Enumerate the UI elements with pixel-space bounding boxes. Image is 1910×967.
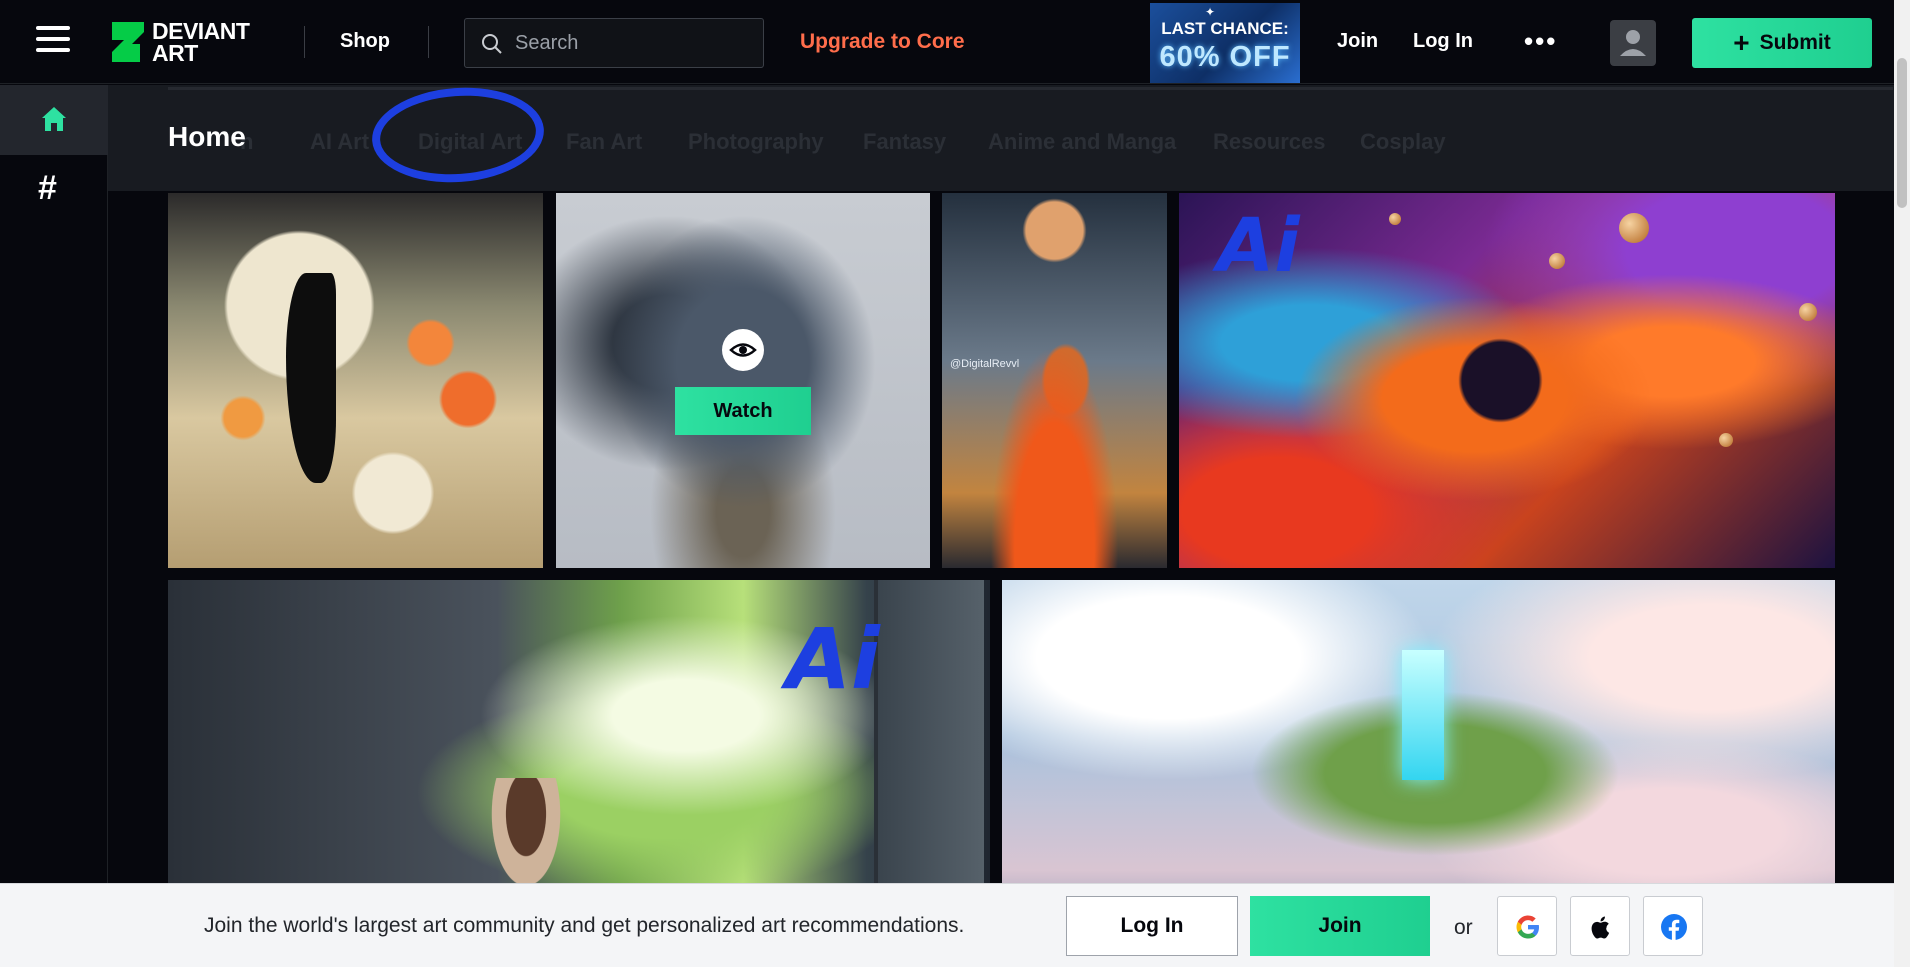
banner-join-button[interactable]: Join [1250, 896, 1430, 956]
sparkle-icon: ✦ [1205, 5, 1216, 19]
artwork-detail [486, 778, 566, 898]
planet-shape [1719, 433, 1733, 447]
top-navigation-bar: DEVIANT ART Shop Upgrade to Core ✦ LAST … [0, 0, 1894, 84]
menu-icon[interactable] [36, 26, 70, 56]
planet-shape [1389, 213, 1401, 225]
logo-text-line2: ART [152, 40, 198, 66]
divider [168, 87, 1893, 90]
page-scrollbar[interactable] [1894, 0, 1910, 967]
submit-label: Submit [1759, 31, 1831, 54]
promo-line2: 60% OFF [1159, 41, 1291, 73]
scrollbar-thumb[interactable] [1897, 58, 1907, 208]
home-icon [42, 107, 66, 131]
artwork-thumbnail[interactable]: @DigitalRevvl [942, 193, 1167, 568]
logo-text: DEVIANT ART [152, 20, 250, 66]
search-input[interactable] [513, 27, 753, 59]
tab-photography[interactable]: Photography [688, 129, 824, 155]
eye-icon [729, 343, 757, 357]
tab-fantasy[interactable]: Fantasy [863, 129, 946, 155]
planet-shape [1549, 253, 1565, 269]
apple-signin-button[interactable] [1570, 896, 1630, 956]
deviantart-logo[interactable]: DEVIANT ART [110, 20, 270, 66]
tab-cosplay[interactable]: Cosplay [1360, 129, 1446, 155]
or-label: or [1454, 916, 1473, 939]
ai-annotation: Ai [1217, 203, 1300, 289]
upgrade-to-core-link[interactable]: Upgrade to Core [800, 30, 965, 54]
tab-resources[interactable]: Resources [1213, 129, 1326, 155]
more-options-icon[interactable]: ••• [1524, 26, 1557, 57]
plus-icon: + [1733, 27, 1750, 58]
artwork-thumbnail[interactable] [168, 193, 543, 568]
search-box[interactable] [464, 18, 764, 68]
deviantart-logo-icon [112, 22, 144, 62]
ai-annotation: Ai [786, 610, 880, 708]
tab-ai-art[interactable]: AI Art [310, 129, 369, 155]
promo-line1: LAST CHANCE: [1161, 19, 1289, 38]
divider [304, 26, 305, 58]
hashtag-icon: # [38, 169, 57, 207]
signup-banner: Join the world's largest art community a… [0, 883, 1894, 967]
category-bar: n Home AI Art Digital Art Fan Art Photog… [108, 85, 1894, 191]
tab-digital-art[interactable]: Digital Art [418, 129, 522, 155]
user-icon [1620, 30, 1646, 56]
artist-watermark: @DigitalRevvl [950, 358, 1020, 370]
google-signin-button[interactable] [1497, 896, 1557, 956]
artwork-detail [286, 273, 336, 483]
planet-shape [1799, 303, 1817, 321]
artwork-thumbnail[interactable]: Ai [1179, 193, 1835, 568]
promo-banner[interactable]: ✦ LAST CHANCE: 60% OFF [1150, 3, 1300, 83]
facebook-signin-button[interactable] [1643, 896, 1703, 956]
tab-fan-art[interactable]: Fan Art [566, 129, 642, 155]
banner-login-button[interactable]: Log In [1066, 896, 1238, 956]
mature-content-badge [722, 329, 764, 371]
planet-shape [1619, 213, 1649, 243]
apple-icon [1591, 916, 1610, 939]
login-link[interactable]: Log In [1413, 30, 1473, 53]
left-sidebar: # [0, 85, 108, 967]
tab-anime-and-manga[interactable]: Anime and Manga [988, 129, 1176, 155]
join-link[interactable]: Join [1337, 30, 1378, 53]
search-icon [482, 34, 502, 54]
submit-button[interactable]: + Submit [1692, 18, 1872, 68]
banner-message: Join the world's largest art community a… [204, 914, 965, 937]
shop-link[interactable]: Shop [340, 30, 390, 53]
artwork-thumbnail-blurred[interactable]: Watch [556, 193, 930, 568]
tab-home[interactable]: Home [168, 121, 246, 153]
avatar[interactable] [1610, 20, 1656, 66]
divider [428, 26, 429, 58]
artwork-detail [1402, 650, 1444, 780]
sidebar-item-tags[interactable]: # [0, 157, 108, 227]
facebook-icon [1661, 914, 1687, 940]
sidebar-item-home[interactable] [0, 85, 108, 155]
google-icon [1516, 915, 1539, 939]
watch-button[interactable]: Watch [675, 387, 811, 435]
